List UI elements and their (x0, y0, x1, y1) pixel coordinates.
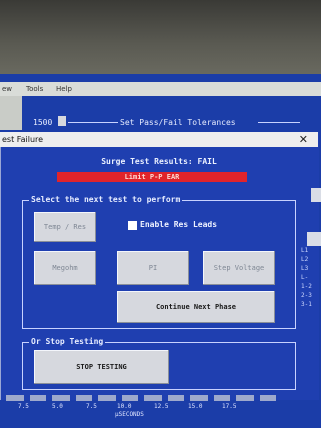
results-label: Surge Test Results: FAIL (101, 157, 217, 166)
group-line-right (258, 122, 300, 123)
stop-testing-group: Or Stop Testing STOP TESTING (22, 337, 296, 390)
right-label: L3 (301, 265, 309, 272)
right-label: L2 (301, 256, 309, 263)
stop-testing-label: Or Stop Testing (29, 337, 106, 346)
tolerance-group-title: Set Pass/Fail Tolerances (120, 118, 236, 127)
stop-testing-button[interactable]: STOP TESTING (34, 350, 169, 384)
group-line-left (68, 122, 118, 123)
graph-tick-bar (0, 395, 300, 402)
next-test-group-label: Select the next test to perform (29, 195, 183, 204)
close-icon[interactable]: ✕ (299, 133, 308, 146)
dialog-title: est Failure (2, 135, 44, 144)
enable-res-leads-checkbox[interactable] (128, 221, 137, 230)
time-axis: 7.5 5.0 7.5 10.0 12.5 15.0 17.5 (0, 403, 300, 413)
right-label: 3-1 (301, 301, 312, 308)
axis-tick: 15.0 (188, 403, 203, 410)
temp-res-button[interactable]: Temp / Res (34, 212, 96, 242)
tolerance-row: 1500 Set Pass/Fail Tolerances (0, 116, 300, 130)
right-label: 1-2 (301, 283, 312, 290)
step-voltage-button[interactable]: Step Voltage (203, 251, 275, 285)
megohm-button[interactable]: Megohm (34, 251, 96, 285)
pi-button[interactable]: PI (117, 251, 189, 285)
axis-unit: μSECONDS (115, 411, 144, 418)
axis-tick: 5.0 (52, 403, 63, 410)
voltage-value: 1500 (33, 118, 53, 127)
right-label: L- (301, 274, 309, 281)
menu-view[interactable]: ew (2, 85, 12, 93)
menu-help[interactable]: Help (56, 85, 72, 93)
right-label: 2-3 (301, 292, 312, 299)
right-label: L1 (301, 247, 309, 254)
right-field (307, 232, 321, 246)
spinner-icon[interactable] (58, 116, 66, 126)
fail-reason-banner: Limit P-P EAR (57, 172, 247, 182)
enable-res-leads-label: Enable Res Leads (140, 220, 218, 229)
menu-bar: ew Tools Help (0, 82, 321, 96)
monitor-bezel (0, 0, 321, 80)
continue-next-phase-button[interactable]: Continue Next Phase (117, 291, 275, 323)
axis-tick: 12.5 (154, 403, 169, 410)
dialog-titlebar: est Failure ✕ (0, 132, 318, 147)
axis-tick: 7.5 (86, 403, 97, 410)
axis-tick: 17.5 (222, 403, 237, 410)
menu-tools[interactable]: Tools (26, 85, 43, 93)
axis-tick: 10.0 (117, 403, 132, 410)
right-labels: L1 L2 L3 L- 1-2 2-3 3-1 (301, 246, 321, 396)
axis-tick: 7.5 (18, 403, 29, 410)
right-field (311, 188, 321, 202)
